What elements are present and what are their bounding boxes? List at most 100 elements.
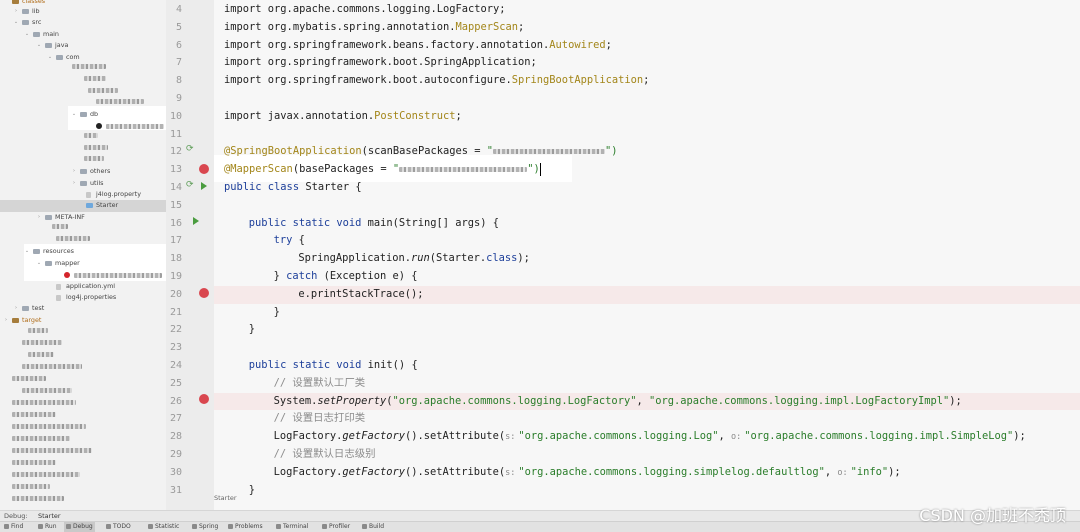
line-number: 25 xyxy=(169,377,182,389)
run-main-icon[interactable] xyxy=(193,217,199,225)
code-line[interactable]: // 设置默认日志级别 xyxy=(214,446,1080,464)
redacted-item xyxy=(28,352,54,357)
toolwindow-run[interactable]: Run xyxy=(38,522,57,532)
chevron-down-icon[interactable]: ⌄ xyxy=(36,258,42,270)
code-line[interactable]: import org.springframework.boot.SpringAp… xyxy=(214,54,1080,72)
toolwindow-debug[interactable]: Debug xyxy=(64,522,95,532)
code-line[interactable]: e.printStackTrace(); xyxy=(214,285,1080,304)
chevron-down-icon[interactable]: ⌄ xyxy=(24,246,30,258)
code-line[interactable]: import org.apache.commons.logging.LogFac… xyxy=(214,1,1080,19)
code-token: catch xyxy=(286,270,318,282)
redacted-item xyxy=(12,376,46,381)
tree-item-db-file[interactable] xyxy=(0,120,166,132)
code-line[interactable]: import org.springframework.boot.autoconf… xyxy=(214,72,1080,90)
chevron-right-icon[interactable]: › xyxy=(3,315,9,327)
tree-item-java[interactable]: ⌄ java xyxy=(0,40,166,52)
tree-item-mapper[interactable]: ⌄ mapper xyxy=(0,258,166,270)
code-line[interactable]: } xyxy=(214,482,1080,500)
code-token: public static void xyxy=(248,216,368,229)
code-token: ; xyxy=(643,74,650,87)
spring-bean-icon[interactable]: ⟳ xyxy=(186,180,194,190)
editor-gutter[interactable]: 4 5 6 7 8 9 10 11 12 13 14 15 16 17 18 19 20 21 22 23 24 25 26… xyxy=(166,0,214,510)
redacted-filename xyxy=(74,273,162,278)
line-number: 4 xyxy=(175,4,182,15)
folder-icon xyxy=(45,215,52,220)
chevron-right-icon[interactable]: › xyxy=(13,6,19,18)
tree-item-log4j-properties[interactable]: log4j.properties xyxy=(0,292,166,304)
code-line[interactable]: public static void main(String[] args) { xyxy=(214,215,1080,233)
code-line[interactable]: @MapperScan(basePackages = " ") xyxy=(214,161,1080,179)
tree-item-test[interactable]: › test xyxy=(0,303,166,315)
code-line[interactable]: try { xyxy=(214,232,1080,250)
java-class-icon xyxy=(86,203,93,208)
code-line[interactable]: } xyxy=(214,304,1080,322)
chevron-right-icon[interactable]: › xyxy=(36,212,42,224)
breakpoint-icon[interactable] xyxy=(199,164,209,174)
redacted-item xyxy=(12,412,56,417)
breakpoint-icon[interactable] xyxy=(199,288,209,298)
tree-item-meta-inf[interactable]: › META-INF xyxy=(0,212,166,224)
chevron-down-icon[interactable]: ⌄ xyxy=(36,40,42,52)
tree-item-mapper-file[interactable] xyxy=(0,269,166,281)
tree-item-others[interactable]: › others xyxy=(0,166,166,178)
chevron-down-icon[interactable]: ⌄ xyxy=(47,52,53,64)
toolwindow-spring[interactable]: Spring xyxy=(192,522,218,532)
tree-item-resources[interactable]: ⌄ resources xyxy=(0,246,166,258)
chevron-right-icon[interactable]: › xyxy=(71,166,77,178)
toolwindow-profiler[interactable]: Profiler xyxy=(322,522,350,532)
run-icon xyxy=(38,524,43,529)
toolwindow-todo[interactable]: TODO xyxy=(106,522,131,532)
code-token: // 设置日志打印类 xyxy=(273,412,366,425)
toolwindow-problems[interactable]: Problems xyxy=(228,522,263,532)
chevron-down-icon[interactable]: ⌄ xyxy=(13,17,19,29)
chevron-down-icon[interactable]: ⌄ xyxy=(24,29,30,41)
tree-item-com[interactable]: ⌄ com xyxy=(0,52,166,64)
tree-item-main[interactable]: ⌄ main xyxy=(0,29,166,41)
code-line[interactable]: public class Starter { xyxy=(214,179,1080,197)
code-line[interactable]: import org.springframework.beans.factory… xyxy=(214,37,1080,55)
tree-item-starter[interactable]: Starter xyxy=(0,200,166,212)
toolwindow-build[interactable]: Build xyxy=(362,522,384,532)
tree-item-lib[interactable]: › lib xyxy=(0,6,166,18)
code-line[interactable]: // 设置日志打印类 xyxy=(214,410,1080,428)
code-line[interactable]: LogFactory.getFactory().setAttribute(s: "… xyxy=(214,464,1080,482)
code-token: setProperty xyxy=(317,394,387,407)
code-token: s: xyxy=(505,467,516,478)
spring-bean-icon[interactable]: ⟳ xyxy=(186,144,194,154)
code-line[interactable]: SpringApplication.run(Starter.class); xyxy=(214,250,1080,268)
redacted-filename xyxy=(106,124,164,129)
todo-icon xyxy=(106,524,111,529)
redacted-item xyxy=(12,400,76,405)
tree-item-application-yml[interactable]: application.yml xyxy=(0,281,166,293)
code-token: ().setAttribute( xyxy=(404,430,506,443)
code-token: "org.apache.commons.logging.impl.SimpleL… xyxy=(744,430,1014,443)
tree-item-target[interactable]: › target xyxy=(0,315,166,327)
breakpoint-icon[interactable] xyxy=(199,394,209,404)
toolwindow-terminal[interactable]: Terminal xyxy=(276,522,308,532)
chevron-down-icon[interactable]: ⌄ xyxy=(71,109,77,121)
debug-tab-starter[interactable]: Starter xyxy=(38,511,61,521)
toolwindow-label: Statistic xyxy=(155,523,180,530)
code-line[interactable]: @SpringBootApplication(scanBasePackages … xyxy=(214,143,1080,161)
code-line[interactable]: } xyxy=(214,321,1080,339)
tree-item-db[interactable]: ⌄ db xyxy=(0,109,166,121)
toolwindow-label: Debug xyxy=(73,523,93,530)
code-token: o: xyxy=(837,467,848,478)
redacted-package xyxy=(56,236,90,241)
toolwindow-find[interactable]: Find xyxy=(4,522,23,532)
code-line[interactable]: System.setProperty("org.apache.commons.l… xyxy=(214,392,1080,411)
tree-item-j4log-property[interactable]: j4log.property xyxy=(0,189,166,201)
run-class-icon[interactable] xyxy=(201,182,207,190)
breadcrumb[interactable]: Starter xyxy=(214,494,237,502)
code-line[interactable]: public static void init() { xyxy=(214,357,1080,375)
code-line[interactable]: LogFactory.getFactory().setAttribute(s: "… xyxy=(214,428,1080,446)
chevron-right-icon[interactable]: › xyxy=(13,303,19,315)
tree-item-utils[interactable]: › utils xyxy=(0,178,166,190)
chevron-right-icon[interactable]: › xyxy=(71,178,77,190)
code-line[interactable]: // 设置默认工厂类 xyxy=(214,375,1080,393)
tree-item-src[interactable]: ⌄ src xyxy=(0,17,166,29)
code-line[interactable]: } catch (Exception e) { xyxy=(214,268,1080,286)
code-line[interactable]: import javax.annotation.PostConstruct; xyxy=(214,108,1080,126)
code-line[interactable]: import org.mybatis.spring.annotation.Map… xyxy=(214,19,1080,37)
toolwindow-statistic[interactable]: Statistic xyxy=(148,522,179,532)
